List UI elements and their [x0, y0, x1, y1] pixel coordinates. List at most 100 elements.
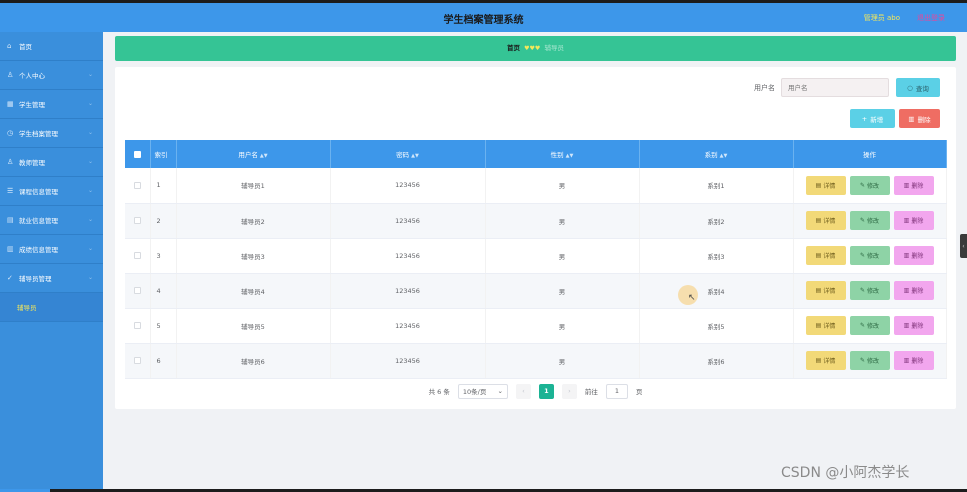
detail-button[interactable]: ▤ 详情 [805, 351, 846, 370]
chevron-down-icon: ⌄ [87, 129, 93, 136]
edit-button[interactable]: ✎ 修改 [849, 211, 890, 230]
row-select-cell[interactable] [125, 343, 151, 379]
next-page-button[interactable]: › [561, 383, 577, 399]
sidebar-item-6[interactable]: ▤ 就业信息管理 ⌄ [0, 206, 103, 235]
goto-page-input[interactable]: 1 [605, 383, 628, 399]
cell-actions: ▤ 详情 ✎ 修改 ▥ 删除 [793, 343, 947, 379]
cell-password: 123456 [330, 308, 486, 344]
search-label: 用户名 [754, 84, 775, 92]
sidebar-item-1[interactable]: ♙ 个人中心 ⌄ [0, 61, 103, 90]
header-gender[interactable]: 性别 ▲▼ [485, 140, 640, 168]
cell-password: 123456 [330, 273, 486, 309]
sidebar-item-8[interactable]: ✓ 辅导员管理 ⌄ [0, 264, 103, 293]
edit-button[interactable]: ✎ 修改 [849, 351, 890, 370]
row-checkbox[interactable] [133, 357, 141, 364]
add-button-label: 新增 [870, 115, 884, 124]
header-username[interactable]: 用户名 ▲▼ [176, 140, 331, 168]
edit-button-label: 修改 [867, 288, 880, 295]
delete-button-label: 删除 [911, 358, 924, 365]
delete-button[interactable]: ▥ 删除 [893, 351, 934, 370]
edit-button[interactable]: ✎ 修改 [849, 281, 890, 300]
pencil-icon: ✎ [859, 322, 865, 329]
select-all-header[interactable] [125, 140, 151, 168]
side-drawer-handle[interactable]: ‹ [960, 234, 967, 258]
sidebar-item-0[interactable]: ⌂ 首页 [0, 32, 103, 61]
search-icon: ○ [907, 83, 913, 92]
sidebar-item-7[interactable]: ▥ 成绩信息管理 ⌄ [0, 235, 103, 264]
prev-page-button[interactable]: ‹ [515, 383, 531, 399]
batch-delete-button[interactable]: ▥ 删除 [899, 109, 940, 128]
cell-index: 4 [150, 273, 177, 309]
select-all-checkbox[interactable] [133, 150, 141, 158]
row-checkbox[interactable] [133, 217, 141, 224]
detail-button[interactable]: ▤ 详情 [805, 246, 846, 265]
add-button[interactable]: + 新增 [850, 109, 895, 128]
table-body: 1 辅导员1 123456 男系别1 ▤ 详情 ✎ 修改 ▥ 删除 2 辅导员2 123456 男系别2 ▤… [125, 168, 947, 379]
detail-button-label: 详情 [823, 358, 836, 365]
edit-button[interactable]: ✎ 修改 [849, 175, 890, 195]
row-select-cell[interactable] [125, 203, 151, 239]
header-password-label: 密码 [396, 151, 410, 159]
row-select-cell[interactable] [125, 308, 151, 344]
header-password[interactable]: 密码 ▲▼ [330, 140, 486, 168]
row-checkbox[interactable] [133, 322, 141, 329]
cell-actions: ▤ 详情 ✎ 修改 ▥ 删除 [793, 308, 947, 344]
sort-icon[interactable]: ▲▼ [260, 153, 268, 159]
cell-password: 123456 [330, 238, 486, 274]
document-icon: ▤ [815, 287, 822, 294]
row-actions: ▤ 详情 ✎ 修改 ▥ 删除 [794, 281, 946, 300]
detail-button[interactable]: ▤ 详情 [805, 175, 846, 195]
cell-gender: 男 [485, 203, 640, 239]
detail-button[interactable]: ▤ 详情 [805, 316, 846, 335]
trash-icon: ▥ [903, 357, 910, 364]
row-select-cell[interactable] [125, 168, 151, 204]
edit-button-label: 修改 [867, 182, 880, 190]
table-row: 3 辅导员3 123456 男系别3 ▤ 详情 ✎ 修改 ▥ 删除 [125, 238, 947, 274]
header-department[interactable]: 系别 ▲▼ [639, 140, 794, 168]
edit-button[interactable]: ✎ 修改 [849, 316, 890, 335]
page-number-current[interactable]: 1 [538, 383, 554, 399]
delete-button-label: 删除 [911, 323, 924, 330]
delete-button[interactable]: ▥ 删除 [893, 281, 934, 300]
menu-icon: ✓ [7, 274, 13, 282]
table-header-row: 索引 用户名 ▲▼ 密码 ▲▼ 性别 ▲▼ 系别 ▲▼ 操作 [125, 140, 947, 168]
trash-icon: ▥ [903, 181, 910, 189]
row-select-cell[interactable] [125, 238, 151, 274]
sidebar-submenu-counselor[interactable]: 辅导员 [0, 293, 103, 322]
query-button[interactable]: ○ 查询 [896, 78, 940, 97]
top-bar: 学生档案管理系统 管理员 abo 退出登录 [0, 0, 967, 32]
row-actions: ▤ 详情 ✎ 修改 ▥ 删除 [794, 316, 946, 335]
sort-icon[interactable]: ▲▼ [566, 153, 574, 159]
table-row: 5 辅导员5 123456 男系别5 ▤ 详情 ✎ 修改 ▥ 删除 [125, 308, 947, 344]
sort-icon[interactable]: ▲▼ [720, 153, 728, 159]
sidebar: ⌂ 首页 ♙ 个人中心 ⌄ ▦ 学生管理 ⌄ ◷ 学生档案管理 ⌄ ♙ 教师管理 ⌄ ☰ 课程信息管理 ⌄ ▤ 就业… [0, 32, 103, 492]
counselor-table: 索引 用户名 ▲▼ 密码 ▲▼ 性别 ▲▼ 系别 ▲▼ 操作 1 辅导员1 123456 男系… [125, 140, 947, 379]
sidebar-item-2[interactable]: ▦ 学生管理 ⌄ [0, 90, 103, 119]
row-checkbox[interactable] [133, 252, 141, 259]
delete-button[interactable]: ▥ 删除 [893, 246, 934, 265]
sort-icon[interactable]: ▲▼ [411, 153, 419, 159]
sidebar-item-4[interactable]: ♙ 教师管理 ⌄ [0, 148, 103, 177]
sidebar-item-5[interactable]: ☰ 课程信息管理 ⌄ [0, 177, 103, 206]
delete-button[interactable]: ▥ 删除 [893, 211, 934, 230]
row-actions: ▤ 详情 ✎ 修改 ▥ 删除 [794, 351, 946, 370]
pencil-icon: ✎ [859, 217, 865, 224]
row-select-cell[interactable] [125, 273, 151, 309]
detail-button[interactable]: ▤ 详情 [805, 211, 846, 230]
cell-index: 6 [150, 343, 177, 379]
row-checkbox[interactable] [133, 287, 141, 294]
username-search-input[interactable] [781, 78, 889, 97]
sidebar-item-label: 课程信息管理 [19, 188, 58, 196]
sidebar-item-3[interactable]: ◷ 学生档案管理 ⌄ [0, 119, 103, 148]
detail-button[interactable]: ▤ 详情 [805, 281, 846, 300]
logout-link[interactable]: 退出登录 [917, 13, 945, 23]
edit-button[interactable]: ✎ 修改 [849, 246, 890, 265]
page-size-select[interactable]: 10条/页 ⌄ [457, 383, 508, 399]
row-checkbox[interactable] [133, 181, 141, 189]
breadcrumb-home[interactable]: 首页 [507, 44, 520, 52]
cell-username: 辅导员4 [176, 273, 331, 309]
table-row: 4 辅导员4 123456 男系别4 ▤ 详情 ✎ 修改 ▥ 删除 [125, 273, 947, 309]
delete-button[interactable]: ▥ 删除 [893, 316, 934, 335]
edit-button-label: 修改 [867, 358, 880, 365]
delete-button[interactable]: ▥ 删除 [893, 175, 934, 195]
